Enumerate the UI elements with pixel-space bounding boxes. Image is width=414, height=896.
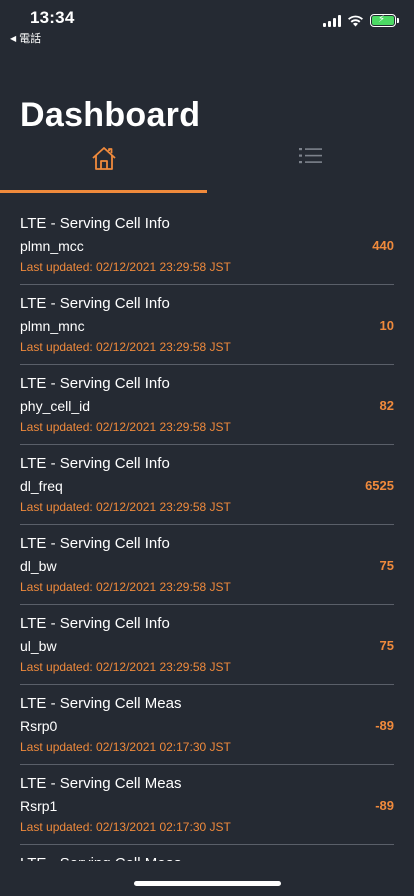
item-key: plmn_mnc (20, 318, 85, 334)
tab-home[interactable] (0, 140, 207, 194)
home-icon (91, 147, 116, 170)
cellular-signal-icon (323, 14, 341, 27)
item-last-updated: Last updated: 02/12/2021 23:29:58 JST (20, 260, 231, 274)
item-last-updated: Last updated: 02/12/2021 23:29:58 JST (20, 420, 231, 434)
item-last-updated: Last updated: 02/13/2021 02:17:30 JST (20, 820, 231, 834)
item-last-updated: Last updated: 02/12/2021 23:29:58 JST (20, 500, 231, 514)
item-last-updated: Last updated: 02/12/2021 23:29:58 JST (20, 660, 231, 674)
charging-bolt-icon: ⚡ (378, 14, 386, 25)
item-key: Rsrp0 (20, 718, 58, 734)
item-title: LTE - Serving Cell Info (20, 215, 170, 232)
list-item[interactable]: LTE - Serving Cell Meas Rsrp0 -89 Last upda… (20, 685, 394, 765)
back-arrow-icon: ◀ (10, 33, 17, 43)
wifi-icon (348, 15, 363, 26)
item-title: LTE - Serving Cell Info (20, 375, 170, 392)
item-title: LTE - Serving Cell Meas (20, 775, 182, 792)
list-item[interactable]: LTE - Serving Cell Info phy_cell_id 82 Last… (20, 365, 394, 445)
status-icons: ⚡ (323, 14, 399, 27)
item-value: 75 (379, 638, 394, 653)
item-key: phy_cell_id (20, 398, 91, 414)
back-app-label: 電話 (19, 33, 42, 45)
status-bar: 13:34 ◀ 電話 ⚡ (0, 0, 414, 46)
list-item[interactable]: LTE - Serving Cell Info dl_bw 75 Last updat… (20, 525, 394, 605)
home-indicator[interactable] (134, 881, 281, 886)
list-item[interactable]: LTE - Serving Cell Info plmn_mnc 10 Last up… (20, 285, 394, 365)
list-item[interactable]: LTE - Serving Cell Info ul_bw 75 Last updat… (20, 605, 394, 685)
item-value: 82 (379, 398, 394, 413)
item-title: LTE - Serving Cell Info (20, 615, 170, 632)
item-value: -89 (375, 798, 394, 813)
item-value: -89 (375, 718, 394, 733)
item-key: Rsrp1 (20, 798, 58, 814)
tab-bar (0, 140, 414, 194)
item-title: LTE - Serving Cell Meas (20, 855, 181, 861)
list-icon (298, 148, 322, 164)
item-last-updated: Last updated: 02/12/2021 23:29:58 JST (20, 340, 231, 354)
item-key: ul_bw (20, 638, 57, 654)
item-title: LTE - Serving Cell Meas (20, 695, 182, 712)
list-item[interactable]: LTE - Serving Cell Meas Rsrp1 -89 Last upda… (20, 765, 394, 845)
list-item[interactable]: LTE - Serving Cell Meas (20, 845, 394, 861)
list-item[interactable]: LTE - Serving Cell Info dl_freq 6525 Last u… (20, 445, 394, 525)
list-item[interactable]: LTE - Serving Cell Info plmn_mcc 440 Last u… (20, 205, 394, 285)
tab-list[interactable] (207, 140, 414, 194)
item-value: 10 (379, 318, 394, 333)
dashboard-list[interactable]: LTE - Serving Cell Info plmn_mcc 440 Last u… (20, 205, 394, 861)
item-last-updated: Last updated: 02/12/2021 23:29:58 JST (20, 580, 231, 594)
item-value: 6525 (365, 478, 394, 493)
item-value: 75 (379, 558, 394, 573)
active-tab-indicator (0, 190, 207, 193)
item-title: LTE - Serving Cell Info (20, 295, 170, 312)
back-to-app-link[interactable]: ◀ 電話 (10, 30, 41, 46)
item-key: dl_bw (20, 558, 57, 574)
status-time: 13:34 (30, 8, 75, 27)
item-value: 440 (372, 238, 394, 253)
item-key: plmn_mcc (20, 238, 84, 254)
page-title: Dashboard (20, 96, 201, 134)
battery-icon: ⚡ (370, 14, 399, 27)
item-last-updated: Last updated: 02/13/2021 02:17:30 JST (20, 740, 231, 754)
item-key: dl_freq (20, 478, 63, 494)
item-title: LTE - Serving Cell Info (20, 455, 170, 472)
item-title: LTE - Serving Cell Info (20, 535, 170, 552)
